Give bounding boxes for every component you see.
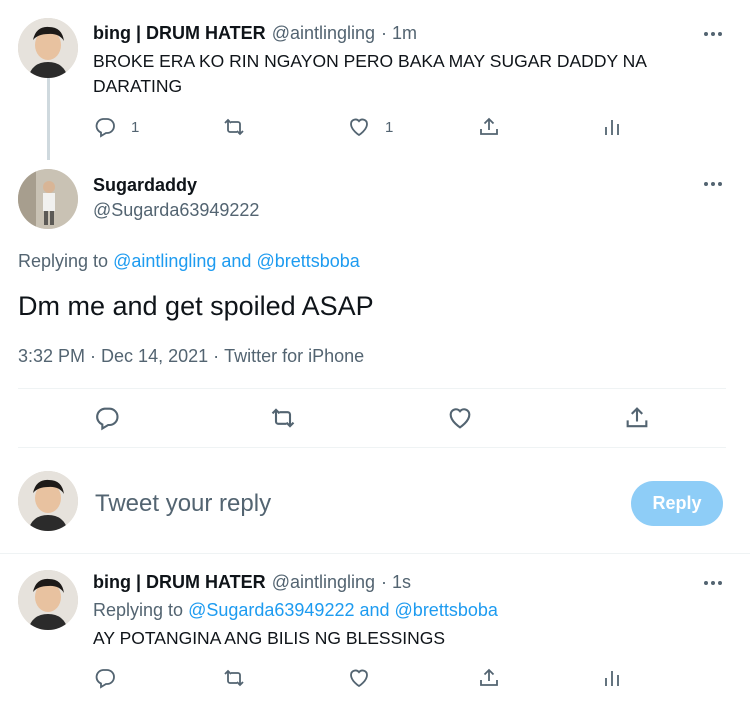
tweet-time[interactable]: · 1s: [381, 572, 411, 593]
analytics-icon: [605, 671, 619, 686]
reply-icon: [96, 407, 119, 431]
reply-submit-button[interactable]: Reply: [631, 481, 723, 526]
more-options-button[interactable]: [701, 174, 725, 194]
replying-and: and: [359, 600, 390, 620]
thread-line: [47, 75, 50, 160]
retweet-icon: [224, 669, 244, 687]
author-handle[interactable]: @aintlingling: [272, 23, 375, 44]
author-name[interactable]: Sugardaddy: [93, 175, 197, 196]
share-button[interactable]: [477, 115, 501, 139]
like-button[interactable]: [347, 666, 371, 690]
like-count: 1: [385, 118, 394, 136]
more-icon: [704, 32, 722, 36]
analytics-icon: [605, 120, 619, 135]
heart-icon: [350, 118, 368, 137]
mention-link[interactable]: @brettsboba: [395, 600, 498, 621]
share-button[interactable]: [623, 404, 651, 432]
retweet-button[interactable]: [222, 115, 246, 139]
tweet-time[interactable]: · 1m: [381, 23, 417, 44]
replying-and: and: [221, 251, 252, 271]
retweet-button[interactable]: [269, 404, 297, 432]
author-name[interactable]: bing | DRUM HATER: [93, 23, 266, 44]
avatar[interactable]: [18, 471, 78, 531]
share-icon: [480, 668, 498, 686]
reply-button[interactable]: 1: [93, 115, 139, 139]
reply-button[interactable]: [93, 404, 121, 432]
replying-to: Replying to @Sugarda63949222 and @bretts…: [93, 600, 498, 621]
share-icon: [626, 407, 648, 428]
heart-icon: [350, 669, 368, 688]
avatar[interactable]: [18, 169, 78, 229]
share-button[interactable]: [477, 666, 501, 690]
replying-prefix: Replying to: [93, 600, 184, 620]
mention-link[interactable]: @Sugarda63949222: [188, 600, 354, 621]
tweet-text: BROKE ERA KO RIN NGAYON PERO BAKA MAY SU…: [93, 51, 647, 96]
more-options-button[interactable]: [701, 573, 725, 593]
tweet-meta: 3:32 PM · Dec 14, 2021 · Twitter for iPh…: [18, 346, 364, 367]
share-icon: [480, 117, 498, 135]
reply-button[interactable]: [93, 666, 117, 690]
more-options-button[interactable]: [701, 24, 725, 44]
like-button[interactable]: [446, 404, 474, 432]
author-handle[interactable]: @aintlingling: [272, 572, 375, 593]
more-icon: [704, 182, 722, 186]
meta-separator: ·: [90, 346, 97, 366]
replying-prefix: Replying to: [18, 251, 109, 271]
divider: [18, 388, 726, 389]
replying-to: Replying to @aintlingling and @brettsbob…: [18, 251, 360, 272]
retweet-icon: [224, 118, 244, 136]
more-icon: [704, 581, 722, 585]
like-button[interactable]: 1: [347, 115, 393, 139]
reply-input[interactable]: Tweet your reply: [95, 486, 595, 522]
reply-icon: [95, 118, 115, 138]
retweet-button[interactable]: [222, 666, 246, 690]
reply-icon: [95, 669, 115, 689]
mention-link[interactable]: @brettsboba: [256, 251, 359, 272]
divider: [18, 447, 726, 448]
tweet-text: Dm me and get spoiled ASAP: [18, 291, 374, 321]
meta-separator: ·: [213, 346, 220, 366]
analytics-button[interactable]: [600, 115, 624, 139]
avatar[interactable]: [18, 18, 78, 78]
author-handle[interactable]: @Sugarda63949222: [93, 200, 259, 221]
tweet-timestamp[interactable]: 3:32 PM: [18, 346, 85, 367]
avatar[interactable]: [18, 570, 78, 630]
analytics-button[interactable]: [600, 666, 624, 690]
author-name[interactable]: bing | DRUM HATER: [93, 572, 266, 593]
mention-link[interactable]: @aintlingling: [113, 251, 216, 272]
tweet-text: AY POTANGINA ANG BILIS NG BLESSINGS: [93, 628, 446, 648]
tweet-source[interactable]: Twitter for iPhone: [224, 346, 364, 367]
tweet-date[interactable]: Dec 14, 2021: [101, 346, 208, 367]
retweet-icon: [271, 408, 295, 428]
heart-icon: [449, 408, 471, 429]
reply-count: 1: [131, 118, 140, 136]
divider: [0, 553, 750, 554]
